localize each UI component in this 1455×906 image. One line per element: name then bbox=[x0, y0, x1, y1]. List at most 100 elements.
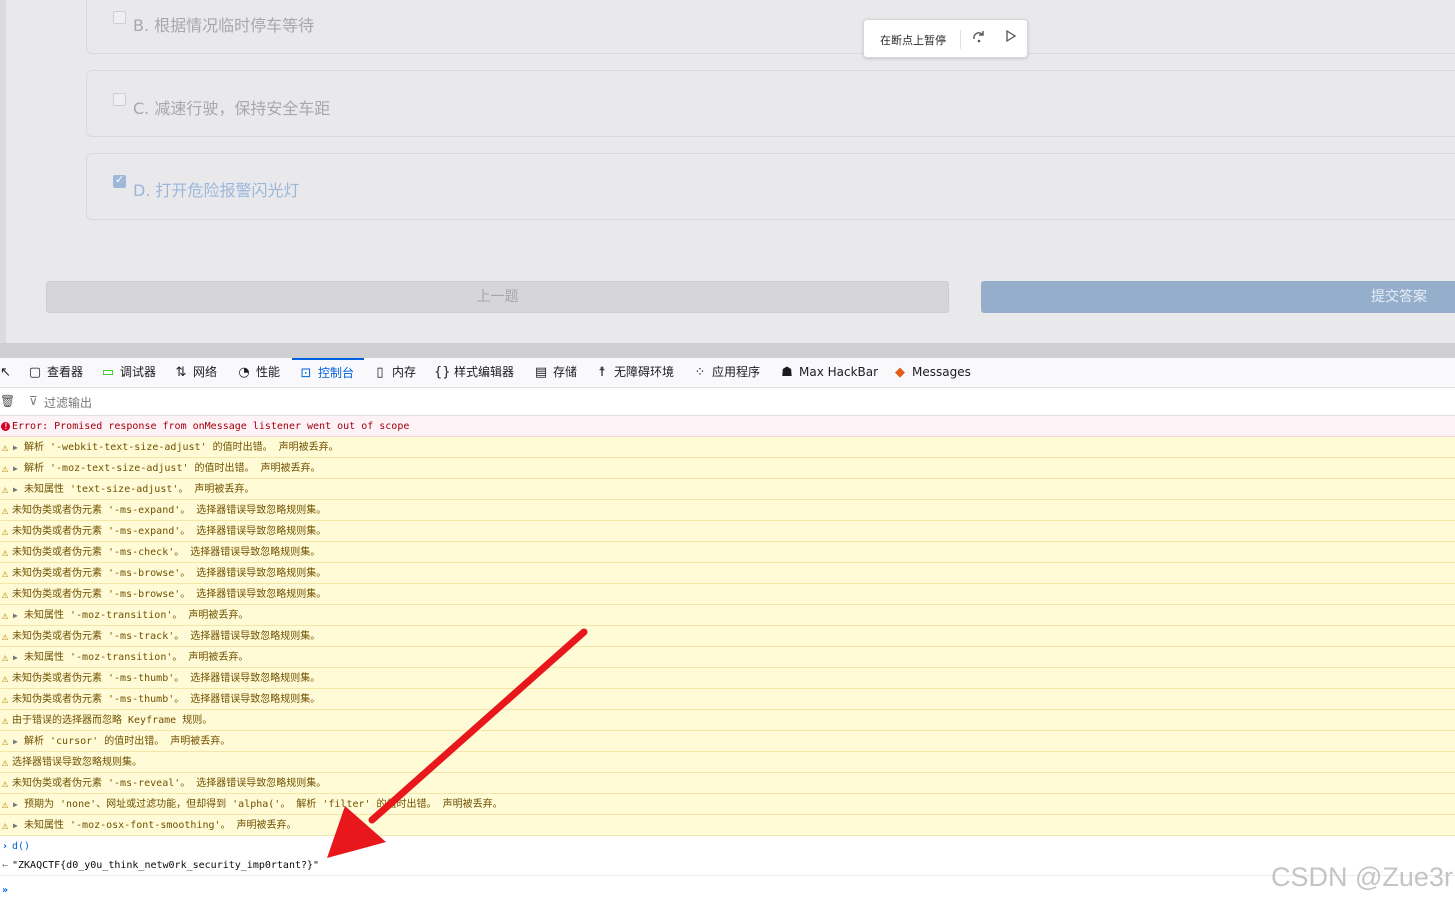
console-warning-row[interactable]: ⚠ ▶ 未知属性 'text-size-adjust'。 声明被丢弃。 bbox=[0, 479, 1455, 500]
page-left-edge bbox=[0, 0, 6, 343]
option-b[interactable]: B. 根据情况临时停车等待 bbox=[86, 0, 1455, 54]
console-warning-row[interactable]: ⚠ 未知伪类或者伪元素 '-ms-expand'。 选择器错误导致忽略规则集。 bbox=[0, 521, 1455, 542]
resume-icon[interactable] bbox=[1001, 29, 1021, 49]
option-d[interactable]: D. 打开危险报警闪光灯 bbox=[86, 153, 1455, 220]
filter-output-input[interactable]: 过滤输出 bbox=[44, 394, 92, 411]
expand-twisty-icon[interactable]: ▶ bbox=[13, 815, 18, 836]
console-message-text: 未知伪类或者伪元素 '-ms-track'。 选择器错误导致忽略规则集。 bbox=[12, 631, 321, 642]
console-message-text: 未知伪类或者伪元素 '-ms-browse'。 选择器错误导致忽略规则集。 bbox=[12, 568, 327, 579]
style-editor-icon: {} bbox=[434, 365, 451, 380]
pick-element-icon[interactable]: ↖ bbox=[0, 358, 14, 387]
console-warning-row[interactable]: ⚠ ▶ 未知属性 '-moz-transition'。 声明被丢弃。 bbox=[0, 605, 1455, 626]
paused-label: 在断点上暂停 bbox=[880, 34, 946, 47]
console-warning-row[interactable]: ⚠ 未知伪类或者伪元素 '-ms-browse'。 选择器错误导致忽略规则集。 bbox=[0, 584, 1455, 605]
tab-max-hackbar[interactable]: ☗ Max HackBar bbox=[779, 358, 878, 387]
console-input-row[interactable]: » bbox=[0, 880, 1455, 901]
tab-console[interactable]: ⊡ 控制台 bbox=[292, 358, 364, 387]
warning-icon: ⚠ bbox=[1, 777, 9, 790]
expand-twisty-icon[interactable]: ▶ bbox=[13, 794, 18, 815]
expand-twisty-icon[interactable]: ▶ bbox=[13, 731, 18, 752]
console-message-text: 未知伪类或者伪元素 '-ms-expand'。 选择器错误导致忽略规则集。 bbox=[12, 505, 327, 516]
option-d-checkbox[interactable] bbox=[113, 173, 126, 188]
expand-twisty-icon[interactable]: ▶ bbox=[13, 647, 18, 668]
option-b-checkbox[interactable] bbox=[113, 11, 126, 24]
step-over-icon[interactable] bbox=[969, 29, 989, 49]
console-warning-row[interactable]: ⚠ 未知伪类或者伪元素 '-ms-track'。 选择器错误导致忽略规则集。 bbox=[0, 626, 1455, 647]
console-message-text: 未知伪类或者伪元素 '-ms-check'。 选择器错误导致忽略规则集。 bbox=[12, 547, 321, 558]
storage-icon: ▤ bbox=[534, 365, 548, 380]
tab-accessibility[interactable]: ☨ 无障碍环境 bbox=[594, 358, 674, 387]
console-warning-row[interactable]: ⚠ 未知伪类或者伪元素 '-ms-reveal'。 选择器错误导致忽略规则集。 bbox=[0, 773, 1455, 794]
warning-icon: ⚠ bbox=[1, 609, 9, 622]
hackbar-icon: ☗ bbox=[781, 365, 793, 380]
console-warning-row[interactable]: ⚠ 由于错误的选择器而忽略 Keyframe 规则。 bbox=[0, 710, 1455, 731]
tab-messages[interactable]: ◆ Messages bbox=[892, 358, 971, 387]
option-d-label: D. 打开危险报警闪光灯 bbox=[133, 181, 300, 200]
console-message-text: 未知伪类或者伪元素 '-ms-thumb'。 选择器错误导致忽略规则集。 bbox=[12, 694, 321, 705]
warning-icon: ⚠ bbox=[1, 693, 9, 706]
warning-icon: ⚠ bbox=[1, 714, 9, 727]
warning-icon: ⚠ bbox=[1, 462, 9, 475]
console-warning-row[interactable]: ⚠ 未知伪类或者伪元素 '-ms-browse'。 选择器错误导致忽略规则集。 bbox=[0, 563, 1455, 584]
devtools-toolbar: ↖ ▢ 查看器 ▭ 调试器 ⇅ 网络 ◔ 性能 ⊡ 控制台 ▯ 内存 {} 样式编辑器 ▤ 存储… bbox=[0, 358, 1455, 388]
warning-icon: ⚠ bbox=[1, 756, 9, 769]
option-c-checkbox[interactable] bbox=[113, 93, 126, 106]
console-warning-row[interactable]: ⚠ 未知伪类或者伪元素 '-ms-expand'。 选择器错误导致忽略规则集。 bbox=[0, 500, 1455, 521]
network-icon: ⇅ bbox=[175, 365, 187, 380]
tab-storage[interactable]: ▤ 存储 bbox=[533, 358, 577, 387]
inspector-icon: ▢ bbox=[28, 365, 42, 380]
console-warning-row[interactable]: ⚠ ▶ 未知属性 '-moz-osx-font-smoothing'。 声明被丢弃。 bbox=[0, 815, 1455, 836]
warning-icon: ⚠ bbox=[1, 672, 9, 685]
warning-icon: ⚠ bbox=[1, 504, 9, 517]
console-error-row[interactable]: Error: Promised response from onMessage … bbox=[0, 416, 1455, 437]
console-message-text: 解析 'cursor' 的值时出错。 声明被丢弃。 bbox=[24, 736, 231, 747]
console-message-text: 未知伪类或者伪元素 '-ms-reveal'。 选择器错误导致忽略规则集。 bbox=[12, 778, 327, 789]
warning-icon: ⚠ bbox=[1, 630, 9, 643]
console-warning-row[interactable]: ⚠ ▶ 预期为 'none'、网址或过滤功能，但却得到 'alpha('。 解析 '… bbox=[0, 794, 1455, 815]
screenshot-root: B. 根据情况临时停车等待 C. 减速行驶，保持安全车距 D. 打开危险报警闪光… bbox=[0, 0, 1455, 906]
page-scrollbar[interactable] bbox=[0, 343, 1455, 358]
console-warning-row[interactable]: ⚠ 未知伪类或者伪元素 '-ms-check'。 选择器错误导致忽略规则集。 bbox=[0, 542, 1455, 563]
tab-application[interactable]: ⁘ 应用程序 bbox=[692, 358, 760, 387]
expand-twisty-icon[interactable]: ▶ bbox=[13, 605, 18, 626]
warning-icon: ⚠ bbox=[1, 483, 9, 496]
tab-style-editor[interactable]: {} 样式编辑器 bbox=[434, 358, 514, 387]
accessibility-icon: ☨ bbox=[598, 365, 606, 380]
console-warning-row[interactable]: ⚠ ▶ 解析 'cursor' 的值时出错。 声明被丢弃。 bbox=[0, 731, 1455, 752]
memory-icon: ▯ bbox=[376, 365, 384, 380]
warning-icon: ⚠ bbox=[1, 588, 9, 601]
tab-network[interactable]: ⇅ 网络 bbox=[173, 358, 217, 387]
tab-debugger[interactable]: ▭ 调试器 bbox=[100, 358, 156, 387]
option-c[interactable]: C. 减速行驶，保持安全车距 bbox=[86, 70, 1455, 137]
console-warning-row[interactable]: ⚠ 未知伪类或者伪元素 '-ms-thumb'。 选择器错误导致忽略规则集。 bbox=[0, 689, 1455, 710]
expand-twisty-icon[interactable]: ▶ bbox=[13, 437, 18, 458]
warning-icon: ⚠ bbox=[1, 651, 9, 664]
tab-performance[interactable]: ◔ 性能 bbox=[236, 358, 280, 387]
paused-debugger-overlay: 在断点上暂停 bbox=[863, 19, 1028, 58]
expand-twisty-icon[interactable]: ▶ bbox=[13, 479, 18, 500]
console-warning-row[interactable]: ⚠ 选择器错误导致忽略规则集。 bbox=[0, 752, 1455, 773]
prev-question-button[interactable]: 上一题 bbox=[46, 281, 949, 313]
trash-icon[interactable]: 🗑 bbox=[0, 394, 15, 408]
expand-twisty-icon[interactable]: ▶ bbox=[13, 458, 18, 479]
console-warning-row[interactable]: ⚠ 未知伪类或者伪元素 '-ms-thumb'。 选择器错误导致忽略规则集。 bbox=[0, 668, 1455, 689]
console-message-text: 未知属性 '-moz-osx-font-smoothing'。 声明被丢弃。 bbox=[24, 820, 297, 831]
console-filter-bar: 🗑 ⊽ 过滤输出 bbox=[0, 388, 1455, 416]
tab-memory[interactable]: ▯ 内存 bbox=[372, 358, 416, 387]
input-command-text: d() bbox=[12, 841, 31, 852]
console-message-text: 未知伪类或者伪元素 '-ms-browse'。 选择器错误导致忽略规则集。 bbox=[12, 589, 327, 600]
filter-icon: ⊽ bbox=[29, 394, 38, 408]
console-message-text: 未知伪类或者伪元素 '-ms-thumb'。 选择器错误导致忽略规则集。 bbox=[12, 673, 321, 684]
console-warning-row[interactable]: ⚠ ▶ 解析 '-webkit-text-size-adjust' 的值时出错。 声… bbox=[0, 437, 1455, 458]
console-message-text: 由于错误的选择器而忽略 Keyframe 规则。 bbox=[12, 715, 213, 726]
result-arrow-icon: ← bbox=[1, 860, 9, 871]
tab-inspector[interactable]: ▢ 查看器 bbox=[27, 358, 83, 387]
option-b-label: B. 根据情况临时停车等待 bbox=[133, 16, 315, 35]
debugger-icon: ▭ bbox=[101, 365, 115, 380]
console-message-text: 未知属性 '-moz-transition'。 声明被丢弃。 bbox=[24, 652, 249, 663]
console-warning-row[interactable]: ⚠ ▶ 解析 '-moz-text-size-adjust' 的值时出错。 声明被丢… bbox=[0, 458, 1455, 479]
console-message-text: 解析 '-webkit-text-size-adjust' 的值时出错。 声明被… bbox=[24, 442, 339, 453]
error-icon bbox=[0, 416, 10, 439]
console-warning-row[interactable]: ⚠ ▶ 未知属性 '-moz-transition'。 声明被丢弃。 bbox=[0, 647, 1455, 668]
submit-answer-button[interactable]: 提交答案 bbox=[981, 281, 1455, 313]
